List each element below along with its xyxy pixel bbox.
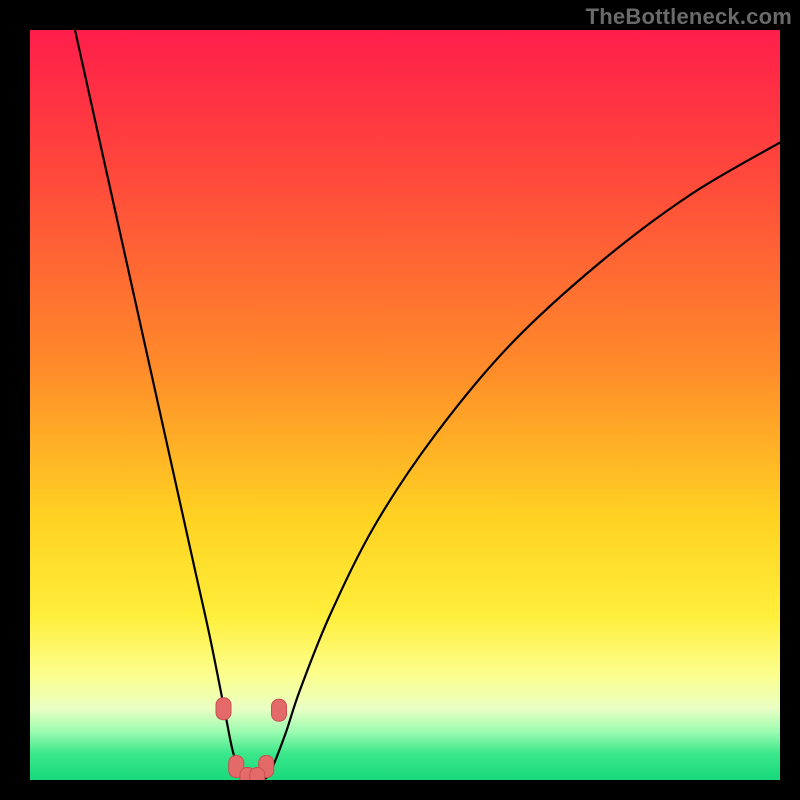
marker-dot [250,768,265,781]
chart [30,30,780,780]
marker-dot [272,699,287,721]
chart-svg [30,30,780,780]
gradient-background [30,30,780,780]
watermark-text: TheBottleneck.com [586,4,792,30]
marker-dot [216,698,231,720]
frame: TheBottleneck.com [0,0,800,800]
